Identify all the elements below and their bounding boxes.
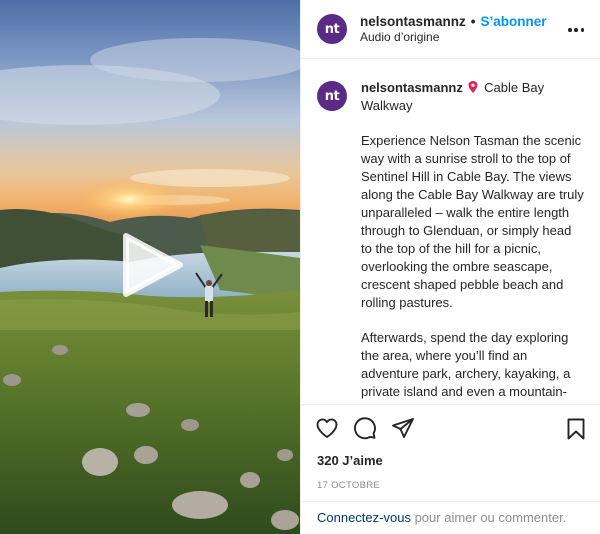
- play-icon[interactable]: [120, 232, 184, 298]
- login-prompt-text: pour aimer ou commenter.: [414, 510, 567, 525]
- header-username[interactable]: nelsontasmannz: [360, 14, 466, 29]
- dot-icon: [580, 28, 584, 32]
- share-icon[interactable]: [391, 416, 415, 440]
- pin-icon: [468, 81, 478, 94]
- caption-paragraph: Afterwards, spend the day exploring the …: [361, 330, 571, 404]
- header-meta: nelsontasmannz • S’abonner Audio d’origine: [360, 13, 547, 46]
- caption-username[interactable]: nelsontasmannz: [361, 80, 463, 95]
- caption-section: nt nelsontasmannz Cable Bay Walkway Expe…: [301, 59, 600, 406]
- bookmark-icon[interactable]: [564, 417, 588, 441]
- comment-icon[interactable]: [353, 416, 377, 440]
- more-options-icon[interactable]: [568, 23, 584, 37]
- dot-icon: [568, 28, 572, 32]
- follow-button[interactable]: S’abonner: [481, 14, 547, 29]
- caption-row: nt nelsontasmannz Cable Bay Walkway Expe…: [317, 79, 584, 404]
- caption-heading: nelsontasmannz Cable Bay Walkway: [361, 79, 584, 115]
- instagram-post: nt nelsontasmannz • S’abonner Audio d’orig…: [0, 0, 600, 534]
- avatar[interactable]: nt: [317, 14, 347, 45]
- post-details-panel: nt nelsontasmannz • S’abonner Audio d’orig…: [300, 0, 600, 534]
- dot-icon: [574, 28, 578, 32]
- login-prompt: Connectez-vous pour aimer ou commenter.: [301, 501, 600, 534]
- action-bar: [301, 405, 600, 451]
- caption-text: Experience Nelson Tasman the scenic way …: [361, 132, 584, 404]
- header-line: nelsontasmannz • S’abonner: [360, 13, 547, 31]
- audio-link[interactable]: Audio d’origine: [360, 30, 547, 46]
- separator-dot: •: [470, 13, 476, 29]
- login-link[interactable]: Connectez-vous: [317, 510, 411, 525]
- post-video[interactable]: [0, 0, 300, 534]
- post-header: nt nelsontasmannz • S’abonner Audio d’orig…: [301, 0, 600, 60]
- post-date[interactable]: 17 OCTOBRE: [301, 471, 600, 501]
- caption-body: nelsontasmannz Cable Bay Walkway Experie…: [361, 79, 584, 404]
- caption-paragraph: Experience Nelson Tasman the scenic way …: [361, 133, 584, 311]
- likes-count[interactable]: 320 J’aime: [301, 451, 600, 471]
- heart-icon[interactable]: [315, 416, 339, 440]
- caption-avatar[interactable]: nt: [317, 81, 347, 112]
